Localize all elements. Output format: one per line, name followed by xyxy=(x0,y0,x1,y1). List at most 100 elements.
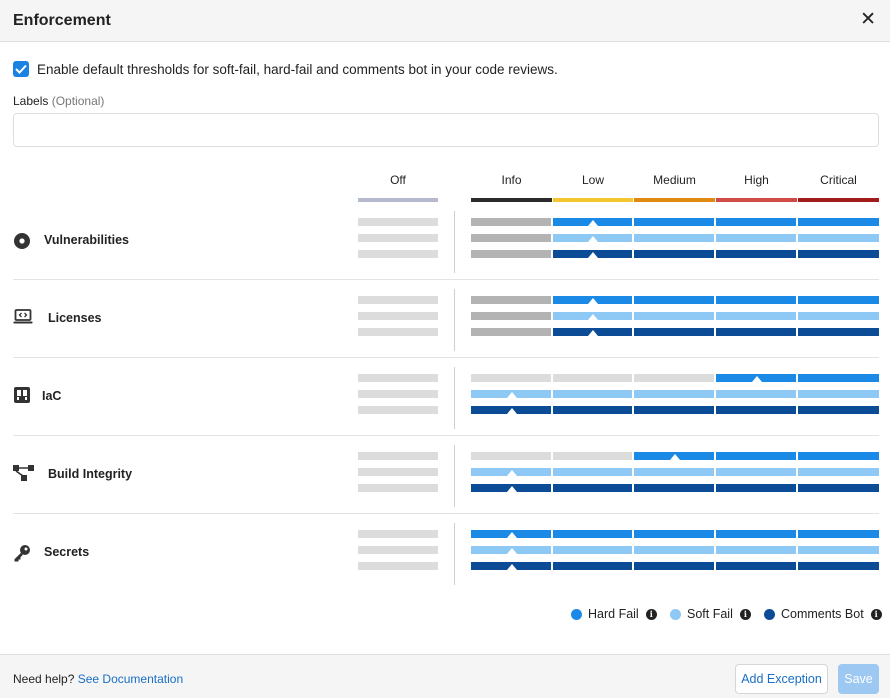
threshold-segment-soft-fail-medium[interactable] xyxy=(634,234,714,242)
threshold-segment-comments-bot-high[interactable] xyxy=(716,406,796,414)
threshold-segment-soft-fail-info[interactable] xyxy=(471,234,551,242)
off-track-hard-fail[interactable] xyxy=(358,218,438,226)
threshold-handle-hard-fail[interactable] xyxy=(588,298,598,304)
threshold-segment-comments-bot-high[interactable] xyxy=(716,328,796,336)
threshold-segment-comments-bot-low[interactable] xyxy=(553,406,632,414)
threshold-segment-soft-fail-medium[interactable] xyxy=(634,390,714,398)
threshold-segment-hard-fail-medium[interactable] xyxy=(634,296,714,304)
off-track-hard-fail[interactable] xyxy=(358,296,438,304)
threshold-segment-hard-fail-critical[interactable] xyxy=(798,218,879,226)
off-track-comments-bot[interactable] xyxy=(358,250,438,258)
threshold-segment-soft-fail-critical[interactable] xyxy=(798,312,879,320)
threshold-segment-hard-fail-critical[interactable] xyxy=(798,530,879,538)
threshold-segment-hard-fail-critical[interactable] xyxy=(798,374,879,382)
threshold-segment-hard-fail-medium[interactable] xyxy=(634,374,714,382)
threshold-handle-soft-fail[interactable] xyxy=(506,392,517,398)
threshold-segment-hard-fail-high[interactable] xyxy=(716,218,796,226)
off-track-hard-fail[interactable] xyxy=(358,530,438,538)
off-track-comments-bot[interactable] xyxy=(358,328,438,336)
threshold-segment-soft-fail-high[interactable] xyxy=(716,390,796,398)
threshold-handle-hard-fail[interactable] xyxy=(669,454,680,460)
off-track-hard-fail[interactable] xyxy=(358,452,438,460)
off-track-hard-fail[interactable] xyxy=(358,374,438,382)
threshold-handle-comments-bot[interactable] xyxy=(506,408,517,414)
off-track-soft-fail[interactable] xyxy=(358,312,438,320)
threshold-segment-hard-fail-low[interactable] xyxy=(553,452,632,460)
threshold-segment-hard-fail-medium[interactable] xyxy=(634,218,714,226)
threshold-segment-hard-fail-high[interactable] xyxy=(716,296,796,304)
off-track-comments-bot[interactable] xyxy=(358,484,438,492)
threshold-segment-comments-bot-info[interactable] xyxy=(471,328,551,336)
threshold-handle-hard-fail[interactable] xyxy=(588,220,598,226)
threshold-handle-hard-fail[interactable] xyxy=(751,376,762,382)
info-icon[interactable]: i xyxy=(645,608,657,620)
threshold-segment-comments-bot-high[interactable] xyxy=(716,250,796,258)
threshold-segment-comments-bot-critical[interactable] xyxy=(798,562,879,570)
threshold-segment-comments-bot-critical[interactable] xyxy=(798,328,879,336)
threshold-segment-comments-bot-critical[interactable] xyxy=(798,484,879,492)
off-track-soft-fail[interactable] xyxy=(358,468,438,476)
threshold-segment-hard-fail-critical[interactable] xyxy=(798,452,879,460)
threshold-segment-soft-fail-medium[interactable] xyxy=(634,312,714,320)
threshold-segment-soft-fail-medium[interactable] xyxy=(634,546,714,554)
off-track-soft-fail[interactable] xyxy=(358,390,438,398)
add-exception-button[interactable]: Add Exception xyxy=(735,664,828,694)
threshold-segment-comments-bot-medium[interactable] xyxy=(634,484,714,492)
threshold-segment-comments-bot-medium[interactable] xyxy=(634,562,714,570)
threshold-segment-soft-fail-low[interactable] xyxy=(553,468,632,476)
save-button[interactable]: Save xyxy=(838,664,879,694)
threshold-handle-comments-bot[interactable] xyxy=(506,486,517,492)
threshold-segment-hard-fail-info[interactable] xyxy=(471,296,551,304)
threshold-segment-comments-bot-critical[interactable] xyxy=(798,406,879,414)
threshold-segment-hard-fail-info[interactable] xyxy=(471,218,551,226)
threshold-segment-comments-bot-high[interactable] xyxy=(716,562,796,570)
threshold-segment-soft-fail-critical[interactable] xyxy=(798,234,879,242)
threshold-handle-soft-fail[interactable] xyxy=(588,236,598,242)
threshold-segment-comments-bot-low[interactable] xyxy=(553,562,632,570)
threshold-handle-comments-bot[interactable] xyxy=(506,564,517,570)
threshold-segment-comments-bot-critical[interactable] xyxy=(798,250,879,258)
threshold-handle-comments-bot[interactable] xyxy=(588,252,598,258)
threshold-segment-hard-fail-info[interactable] xyxy=(471,374,551,382)
threshold-segment-soft-fail-low[interactable] xyxy=(553,390,632,398)
default-thresholds-label[interactable]: Enable default thresholds for soft-fail,… xyxy=(37,62,558,77)
threshold-handle-soft-fail[interactable] xyxy=(506,470,517,476)
threshold-segment-comments-bot-info[interactable] xyxy=(471,250,551,258)
threshold-handle-soft-fail[interactable] xyxy=(506,548,517,554)
threshold-segment-soft-fail-medium[interactable] xyxy=(634,468,714,476)
threshold-segment-soft-fail-critical[interactable] xyxy=(798,546,879,554)
threshold-handle-soft-fail[interactable] xyxy=(588,314,598,320)
threshold-segment-hard-fail-medium[interactable] xyxy=(634,530,714,538)
off-track-comments-bot[interactable] xyxy=(358,406,438,414)
info-icon[interactable]: i xyxy=(870,608,882,620)
threshold-segment-soft-fail-critical[interactable] xyxy=(798,468,879,476)
threshold-segment-hard-fail-high[interactable] xyxy=(716,530,796,538)
off-track-soft-fail[interactable] xyxy=(358,234,438,242)
threshold-segment-soft-fail-high[interactable] xyxy=(716,312,796,320)
threshold-segment-comments-bot-high[interactable] xyxy=(716,484,796,492)
threshold-segment-hard-fail-info[interactable] xyxy=(471,452,551,460)
threshold-handle-comments-bot[interactable] xyxy=(588,330,598,336)
threshold-segment-hard-fail-low[interactable] xyxy=(553,374,632,382)
threshold-segment-soft-fail-low[interactable] xyxy=(553,546,632,554)
threshold-segment-hard-fail-critical[interactable] xyxy=(798,296,879,304)
threshold-handle-hard-fail[interactable] xyxy=(506,532,517,538)
threshold-segment-comments-bot-medium[interactable] xyxy=(634,328,714,336)
documentation-link[interactable]: See Documentation xyxy=(78,672,183,686)
off-track-comments-bot[interactable] xyxy=(358,562,438,570)
threshold-segment-soft-fail-critical[interactable] xyxy=(798,390,879,398)
close-icon[interactable]: ✕ xyxy=(860,9,876,31)
info-icon[interactable]: i xyxy=(739,608,751,620)
threshold-segment-comments-bot-medium[interactable] xyxy=(634,250,714,258)
threshold-segment-comments-bot-medium[interactable] xyxy=(634,406,714,414)
threshold-segment-hard-fail-high[interactable] xyxy=(716,452,796,460)
threshold-segment-comments-bot-low[interactable] xyxy=(553,484,632,492)
threshold-segment-hard-fail-low[interactable] xyxy=(553,530,632,538)
threshold-segment-soft-fail-high[interactable] xyxy=(716,546,796,554)
labels-input[interactable] xyxy=(13,113,879,147)
off-track-soft-fail[interactable] xyxy=(358,546,438,554)
default-thresholds-checkbox[interactable] xyxy=(13,61,29,77)
threshold-segment-soft-fail-high[interactable] xyxy=(716,234,796,242)
threshold-segment-soft-fail-info[interactable] xyxy=(471,312,551,320)
threshold-segment-soft-fail-high[interactable] xyxy=(716,468,796,476)
